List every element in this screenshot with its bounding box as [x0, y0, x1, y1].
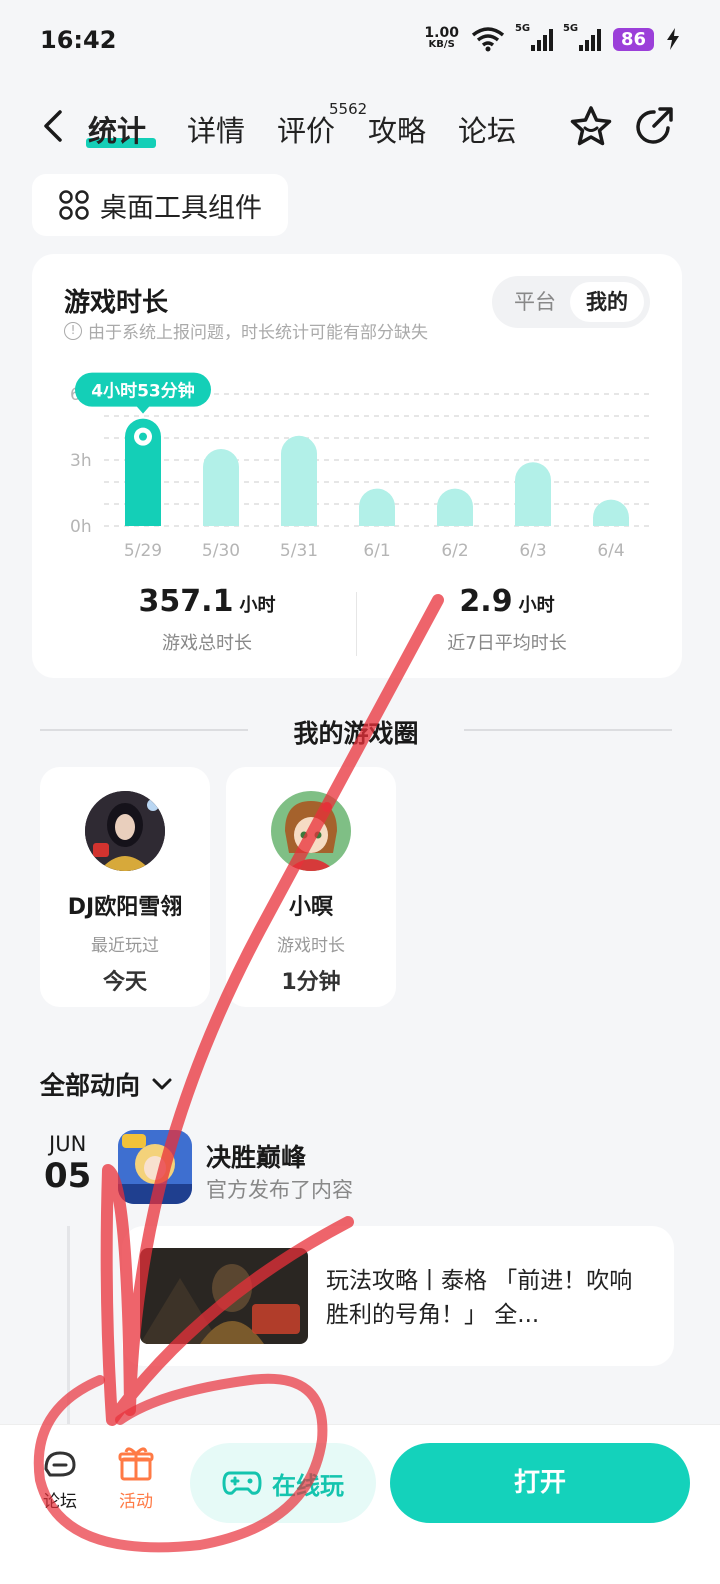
bar	[515, 462, 551, 526]
tab-reviews[interactable]: 评价	[277, 108, 335, 150]
selected-bar-marker-dot	[139, 432, 147, 441]
playtime-card: 游戏时长 ! 由于系统上报问题，时长统计可能有部分缺失 平台 我的 6 3h 0h 5…	[32, 254, 682, 678]
x-tick-label: 5/31	[280, 541, 318, 561]
stat-total-unit: 小时	[239, 595, 276, 616]
stat-total-value: 357.1	[138, 584, 234, 619]
y-tick-label: 0h	[70, 517, 92, 537]
online-play-button[interactable]: 在线玩	[190, 1443, 376, 1523]
game-icon[interactable]	[118, 1130, 192, 1204]
feed-filter-dropdown[interactable]: 全部动向	[40, 1066, 174, 1102]
online-play-label: 在线玩	[272, 1471, 344, 1500]
toggle-mine[interactable]: 我的	[570, 282, 644, 322]
feed-date-month: JUN	[49, 1132, 87, 1156]
game-circle-title: 我的游戏圈	[293, 719, 419, 748]
friend-value: 今天	[102, 970, 147, 995]
tab-forum[interactable]: 论坛	[458, 108, 516, 150]
feed-action: 官方发布了内容	[206, 1178, 353, 1202]
stat-average-unit: 小时	[518, 595, 555, 616]
feed-post-card[interactable]: 玩法攻略丨泰格 「前进！吹响胜利的号角！」 全...	[122, 1226, 674, 1366]
widget-button-label: 桌面工具组件	[100, 192, 262, 224]
friend-name: DJ欧阳雪翎	[67, 895, 183, 920]
playtime-title: 游戏时长	[64, 288, 169, 318]
tab-guides[interactable]: 攻略	[368, 108, 426, 150]
x-tick-label: 5/30	[202, 541, 240, 561]
bar	[281, 435, 317, 526]
back-arrow-icon[interactable]	[36, 108, 72, 144]
charging-icon	[667, 28, 679, 50]
x-tick-label: 6/1	[363, 541, 390, 561]
friend-name: 小暝	[288, 895, 333, 920]
x-tick-label: 6/2	[441, 541, 468, 561]
toggle-platform[interactable]: 平台	[498, 282, 572, 322]
bar	[437, 488, 473, 526]
stat-total-label: 游戏总时长	[162, 633, 252, 654]
gift-icon	[118, 1447, 154, 1481]
bottom-bar: 论坛 活动 在线玩 打开	[0, 1424, 720, 1584]
friend-card[interactable]: DJ欧阳雪翎 最近玩过 今天	[40, 767, 210, 1007]
post-thumbnail	[140, 1248, 308, 1344]
favorite-star-icon[interactable]	[568, 104, 614, 150]
status-bar: 16:42 1.00 KB/S 5G 5G 86	[0, 0, 720, 84]
bottom-activity-label: 活动	[119, 1492, 153, 1512]
tooltip-pointer	[136, 405, 150, 414]
status-time: 16:42	[40, 26, 117, 54]
x-tick-label: 6/4	[597, 541, 624, 561]
review-count-badge: 5562	[329, 100, 368, 118]
y-tick-label: 3h	[70, 451, 92, 471]
bottom-activity-button[interactable]: 活动	[116, 1443, 156, 1512]
game-circle-header: 我的游戏圈	[40, 712, 672, 748]
widget-grid-icon	[59, 190, 89, 220]
cellular-signal-2-icon: 5G	[563, 23, 601, 51]
stat-average: 2.9 小时 近7日平均时长	[372, 584, 642, 655]
share-icon[interactable]	[632, 104, 676, 148]
bottom-forum-label: 论坛	[43, 1492, 77, 1512]
bar	[359, 488, 395, 526]
stat-average-label: 近7日平均时长	[447, 633, 567, 654]
gamepad-icon	[222, 1471, 262, 1495]
post-title: 玩法攻略丨泰格 「前进！吹响胜利的号角！」 全...	[326, 1268, 633, 1328]
feed-game-name[interactable]: 决胜巅峰	[206, 1138, 306, 1174]
playtime-note: ! 由于系统上报问题，时长统计可能有部分缺失	[64, 318, 428, 343]
x-tick-label: 5/29	[124, 541, 162, 561]
chevron-down-icon	[152, 1078, 172, 1090]
cellular-signal-1-icon: 5G	[515, 23, 553, 51]
friend-meta: 游戏时长	[277, 936, 345, 956]
avatar	[271, 791, 351, 871]
bar	[203, 449, 239, 526]
stat-divider	[356, 592, 357, 656]
feed-date: JUN 05	[44, 1132, 91, 1196]
friend-card[interactable]: 小暝 游戏时长 1分钟	[226, 767, 396, 1007]
playtime-bar-chart: 63h0h5/294小时53分钟5/30 5/31 6/1 6/2 6/3 6/4	[70, 372, 650, 561]
tab-details[interactable]: 详情	[187, 108, 245, 150]
status-icons: 1.00 KB/S 5G 5G 86	[424, 23, 680, 52]
open-game-button[interactable]: 打开	[390, 1443, 690, 1523]
wifi-icon	[471, 27, 505, 52]
tooltip-text: 4小时53分钟	[91, 381, 195, 402]
network-speed: 1.00 KB/S	[424, 25, 459, 50]
info-icon: !	[64, 321, 82, 340]
friend-value: 1分钟	[281, 970, 341, 995]
avatar	[85, 791, 165, 871]
forum-icon	[44, 1451, 76, 1477]
desktop-widget-button[interactable]: 桌面工具组件	[32, 174, 288, 236]
top-nav: 统计 详情 评价 5562 攻略 论坛	[0, 92, 720, 162]
x-tick-label: 6/3	[519, 541, 546, 561]
timeline-line	[67, 1226, 70, 1426]
stat-total: 357.1 小时 游戏总时长	[72, 584, 342, 655]
battery-indicator: 86	[612, 27, 654, 51]
stat-average-value: 2.9	[459, 584, 513, 619]
tab-stats[interactable]: 统计	[88, 108, 146, 150]
source-toggle: 平台 我的	[492, 276, 650, 328]
bottom-forum-button[interactable]: 论坛	[40, 1443, 80, 1512]
feed-filter-label: 全部动向	[40, 1071, 141, 1100]
friend-meta: 最近玩过	[91, 936, 159, 956]
feed-date-day: 05	[44, 1156, 92, 1196]
